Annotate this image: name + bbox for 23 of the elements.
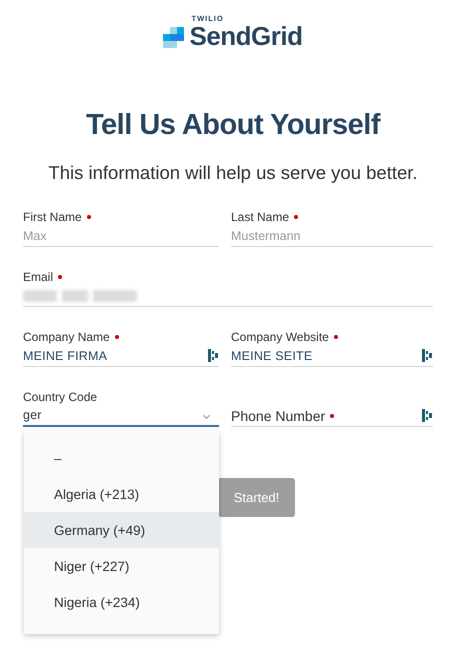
autofill-icon[interactable] (208, 349, 219, 362)
input-field[interactable]: MEINE SEITE (231, 345, 433, 367)
dropdown-option[interactable]: Germany (+49) (24, 512, 219, 548)
page-heading: Tell Us About Yourself (84, 108, 382, 143)
dropdown-option[interactable]: Algeria (+213) (24, 476, 219, 512)
logo-icon (163, 27, 186, 49)
field-label: Email (23, 270, 54, 284)
field-label: Last Name (231, 210, 290, 224)
field-label: Company Name (23, 330, 110, 344)
autofill-icon[interactable] (422, 409, 433, 422)
logo-wordmark: SendGrid (189, 23, 302, 49)
field-label: First Name (23, 210, 82, 224)
page-subheading: This information will help us serve you better. (47, 161, 419, 185)
dropdown-option[interactable]: Nigeria (+234) (24, 584, 219, 620)
country-code-combobox[interactable]: ger (23, 405, 219, 427)
field-label: Country Code (23, 390, 98, 404)
dropdown-option[interactable]: Niger (+227) (24, 548, 219, 584)
dropdown-option[interactable]: – (24, 440, 219, 476)
field-label: Company Website (231, 330, 329, 344)
input-field[interactable]: MEINE FIRMA (23, 345, 219, 367)
field-label: Phone Number (231, 408, 326, 424)
input-field[interactable]: Phone Number (231, 405, 433, 427)
autofill-icon[interactable] (422, 349, 433, 362)
